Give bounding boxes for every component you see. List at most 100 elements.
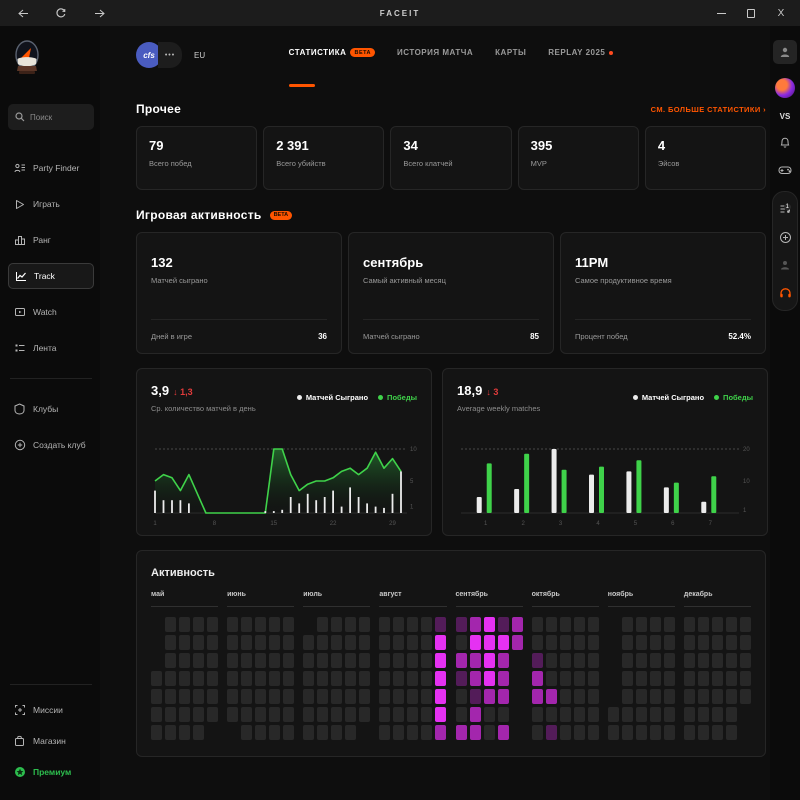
sidebar-item-missions[interactable]: Миссии: [8, 697, 94, 723]
tab-match-history[interactable]: ИСТОРИЯ МАТЧА: [397, 48, 473, 57]
heatmap-cell: [317, 635, 328, 650]
heatmap-cell: [165, 617, 176, 632]
member-icon[interactable]: [778, 258, 792, 272]
heatmap-cell: [269, 653, 280, 668]
tab-maps[interactable]: КАРТЫ: [495, 48, 526, 57]
heatmap-cell: [622, 725, 633, 740]
heatmap-month-label: ноябрь: [608, 591, 675, 598]
heatmap-cell: [435, 725, 446, 740]
plus-circle-icon: [13, 439, 26, 452]
see-more-stats-link[interactable]: СМ. БОЛЬШЕ СТАТИСТИКИ ›: [651, 105, 766, 114]
heatmap-cell: [456, 617, 467, 632]
heatmap-cell: [331, 635, 342, 650]
sidebar-item-party-finder[interactable]: Party Finder: [8, 155, 94, 181]
sidebar-item-shop[interactable]: Магазин: [8, 728, 94, 754]
heatmap-cell: [712, 689, 723, 704]
heatmap-cell: [498, 635, 509, 650]
sidebar-item-track[interactable]: Track: [8, 263, 94, 289]
heatmap-grid: [151, 617, 218, 740]
heatmap-cell: [227, 689, 238, 704]
matches-bar: [307, 494, 309, 513]
heatmap-cell: [179, 671, 190, 686]
heatmap-cell: [456, 635, 467, 650]
notifications-bell-icon[interactable]: [778, 135, 792, 149]
heatmap-cell: [317, 653, 328, 668]
y-axis-tick: 10: [743, 479, 750, 485]
heatmap-cell: [151, 671, 162, 686]
profile-tile-button[interactable]: [773, 40, 797, 64]
heatmap-cell: [345, 725, 356, 740]
heatmap-cell: [546, 671, 557, 686]
sidebar-item-premium[interactable]: Премиум: [8, 759, 94, 785]
heatmap-cell: [588, 671, 599, 686]
sidebar-item-rank[interactable]: Ранг: [8, 227, 94, 253]
heatmap-cell: [712, 707, 723, 722]
versus-label[interactable]: VS: [780, 112, 791, 121]
heatmap-cell: [532, 635, 543, 650]
tab-statistics[interactable]: СТАТИСТИКА BETA: [289, 48, 375, 57]
friend-avatar[interactable]: [775, 78, 795, 98]
heatmap-cell: [574, 653, 585, 668]
tab-replay[interactable]: REPLAY 2025: [548, 48, 613, 57]
chart-value: 3,9: [151, 383, 169, 398]
heatmap-cell: [165, 725, 176, 740]
heatmap-grid: [532, 617, 599, 740]
heatmap-cell: [435, 689, 446, 704]
voice-headphones-icon[interactable]: [778, 286, 792, 300]
sidebar-item-feed[interactable]: Лента: [8, 335, 94, 361]
heatmap-cell: [303, 725, 314, 740]
add-circle-icon[interactable]: [778, 230, 792, 244]
heatmap-cell: [207, 635, 218, 650]
heatmap-cell: [684, 653, 695, 668]
heatmap-title: Активность: [151, 567, 751, 579]
heatmap-cell: [588, 707, 599, 722]
daily-matches-area-chart: 181522291051: [151, 435, 419, 531]
heatmap-cell: [269, 725, 280, 740]
heatmap-cell: [269, 617, 280, 632]
left-sidebar: Поиск Party Finder Играть Ранг Track: [0, 26, 100, 800]
heatmap-cell: [574, 689, 585, 704]
heatmap-cell: [151, 707, 162, 722]
matches-bar: [264, 511, 266, 513]
matches-bar: [290, 497, 292, 513]
heatmap-cell: [560, 707, 571, 722]
controller-icon[interactable]: [778, 163, 792, 177]
search-input[interactable]: Поиск: [8, 104, 94, 130]
sidebar-item-watch[interactable]: Watch: [8, 299, 94, 325]
heatmap-cell: [532, 707, 543, 722]
heatmap-month: декабрь: [684, 591, 751, 740]
heatmap-cell: [407, 617, 418, 632]
heatmap-cell: [435, 617, 446, 632]
heatmap-cell: [664, 617, 675, 632]
heatmap-cell: [407, 707, 418, 722]
heatmap-cell: [588, 617, 599, 632]
matches-bar: [626, 471, 631, 513]
heatmap-grid: [303, 617, 370, 740]
heatmap-cell: [407, 653, 418, 668]
heatmap-cell: [283, 671, 294, 686]
sidebar-item-clubs[interactable]: Клубы: [8, 396, 94, 422]
sidebar-item-create-club[interactable]: Создать клуб: [8, 432, 94, 458]
y-axis-tick: 10: [410, 447, 417, 453]
heatmap-cell: [498, 689, 509, 704]
heatmap-cell: [241, 689, 252, 704]
x-axis-tick: 1: [484, 521, 488, 527]
section-title-misc: Прочее: [136, 102, 181, 116]
weekly-matches-chart-card: 18,9↓ 3 Average weekly matches Матчей Сы…: [442, 368, 768, 536]
clubs-icon: [13, 403, 26, 416]
heatmap-cell: [588, 725, 599, 740]
wins-bar: [674, 483, 679, 513]
heatmap-cell: [588, 653, 599, 668]
main-content: cfs ••• EU СТАТИСТИКА BETA ИСТОРИЯ МАТЧА…: [100, 26, 772, 800]
heatmap-cell: [165, 689, 176, 704]
heatmap-cell: [546, 653, 557, 668]
stat-card-wins: 79 Всего побед: [136, 126, 257, 190]
heatmap-cell: [698, 689, 709, 704]
heatmap-cell: [345, 635, 356, 650]
sidebar-item-play[interactable]: Играть: [8, 191, 94, 217]
heatmap-cell: [574, 617, 585, 632]
queue-list-icon[interactable]: 1: [778, 202, 792, 216]
faceit-snowglobe-logo[interactable]: [12, 38, 42, 78]
rank-icon: [13, 234, 26, 247]
heatmap-cell: [379, 653, 390, 668]
